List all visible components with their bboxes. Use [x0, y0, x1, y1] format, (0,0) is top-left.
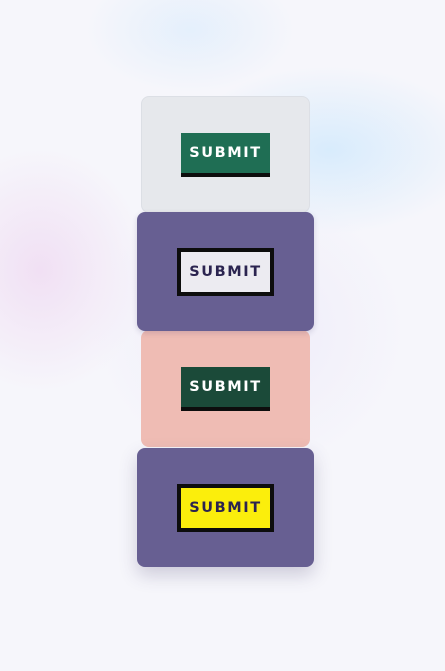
button-variant-card-4: SUBMIT — [137, 448, 314, 567]
submit-button[interactable]: SUBMIT — [177, 483, 274, 532]
button-variant-card-1: SUBMIT — [141, 96, 310, 213]
submit-button[interactable]: SUBMIT — [181, 132, 270, 177]
button-variant-card-3: SUBMIT — [141, 330, 310, 447]
submit-button[interactable]: SUBMIT — [181, 366, 270, 411]
submit-button[interactable]: SUBMIT — [177, 247, 274, 296]
button-variant-card-2: SUBMIT — [137, 212, 314, 331]
